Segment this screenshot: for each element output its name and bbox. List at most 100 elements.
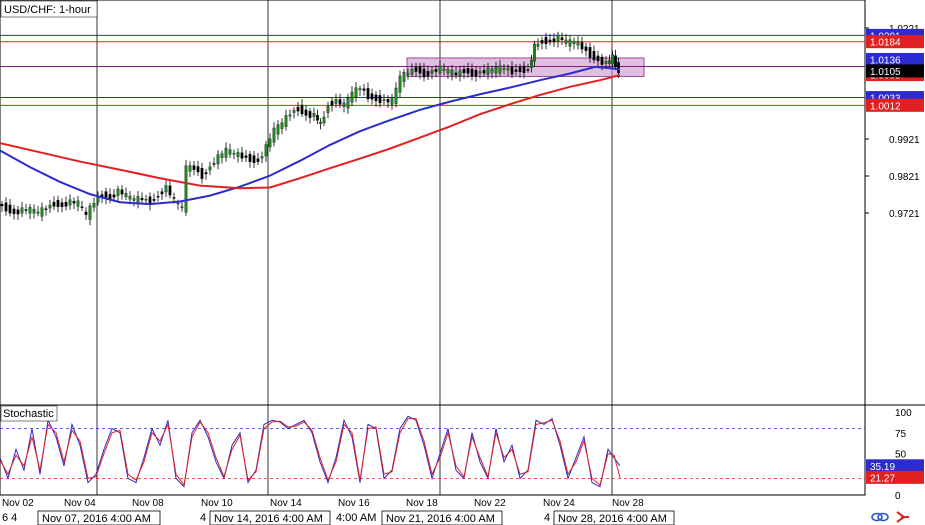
stochastic-pane[interactable]	[0, 404, 866, 496]
candle-body	[474, 70, 478, 77]
candle-body	[308, 111, 312, 118]
candle-body	[322, 116, 326, 124]
candle-body	[486, 67, 490, 75]
candle-body	[584, 46, 588, 51]
candle-body	[526, 69, 530, 71]
candle-body	[544, 36, 548, 44]
time-label-prefix: 4	[200, 512, 206, 524]
candle-body	[160, 191, 164, 195]
candle-body	[552, 38, 556, 43]
candle-body	[116, 188, 120, 196]
y-tick-label: 0.9821	[889, 172, 920, 183]
candle-body	[272, 127, 276, 143]
stochastic-y-tick-label: 0	[895, 491, 901, 502]
candle-body	[224, 147, 228, 158]
candle-body	[334, 99, 338, 104]
time-label-prefix: 6 4	[2, 512, 17, 524]
candle-body	[16, 209, 20, 215]
candle-body	[330, 100, 334, 106]
candle-body	[12, 208, 16, 215]
candle-body	[144, 199, 148, 201]
candle-body	[248, 153, 252, 162]
candle-body	[556, 34, 560, 42]
candle-body	[498, 65, 502, 74]
candle-body	[354, 87, 358, 98]
candle-body	[410, 69, 414, 75]
candle-body	[316, 115, 319, 121]
x-tick-label: Nov 02	[2, 498, 34, 509]
y-tick-label: 0.9921	[889, 135, 920, 146]
candle-body	[48, 204, 52, 209]
candle-body	[366, 88, 370, 100]
x-tick-label: Nov 28	[612, 498, 644, 509]
stochastic-title: Stochastic	[3, 408, 54, 420]
candle-body	[300, 104, 304, 115]
candle-body	[426, 71, 430, 77]
candle-body	[172, 197, 176, 199]
chart-title: USD/CHF: 1-hour	[4, 4, 91, 16]
candle-body	[252, 155, 256, 163]
price-tag-label: 1.0184	[870, 38, 901, 49]
x-tick-label: Nov 10	[201, 498, 233, 509]
candle-body	[4, 202, 8, 212]
candle-body	[228, 149, 232, 155]
candle-body	[414, 67, 418, 72]
candle-body	[518, 67, 522, 73]
x-tick-label: Nov 18	[406, 498, 438, 509]
candle-body	[418, 66, 422, 74]
candle-body	[502, 68, 506, 70]
candle-body	[8, 204, 12, 214]
candle-body	[470, 68, 474, 77]
candle-body	[592, 51, 596, 61]
candle-body	[280, 122, 284, 129]
candle-body	[382, 99, 386, 101]
candle-body	[292, 110, 296, 113]
candle-body	[540, 40, 544, 44]
candle-body	[370, 93, 374, 100]
candle-body	[156, 196, 160, 198]
candle-body	[152, 199, 156, 201]
candle-body	[32, 208, 36, 214]
candle-body	[617, 62, 620, 74]
candle-body	[88, 205, 92, 220]
candle-body	[362, 88, 366, 91]
candle-body	[112, 194, 116, 198]
stochastic-y-tick-label: 50	[895, 450, 907, 461]
candle-body	[68, 199, 72, 206]
candle-body	[180, 206, 184, 208]
candle-body	[120, 189, 124, 195]
candle-body	[124, 193, 128, 198]
candle-body	[72, 200, 76, 204]
x-tick-label: Nov 22	[474, 498, 506, 509]
candle-body	[312, 113, 316, 117]
forex-chart[interactable]: 1.02210.99210.98210.97211007550250 1.020…	[0, 0, 925, 525]
candle-body	[188, 165, 192, 172]
candle-body	[284, 115, 288, 127]
candle-body	[533, 43, 536, 62]
y-tick-label: 0.9721	[889, 209, 920, 220]
candle-body	[128, 195, 132, 200]
candle-body	[304, 109, 308, 116]
candle-body	[44, 208, 48, 210]
candle-body	[52, 201, 56, 207]
candle-body	[506, 67, 510, 71]
candle-body	[378, 95, 382, 104]
candle-body	[80, 206, 84, 208]
candle-body	[478, 71, 482, 74]
candle-body	[216, 154, 220, 165]
candle-body	[64, 202, 68, 207]
candle-body	[454, 72, 458, 76]
candle-body	[350, 91, 354, 103]
time-label: Nov 07, 2016 4:00 AM	[42, 513, 151, 525]
candle-body	[466, 68, 470, 74]
x-tick-label: Nov 08	[132, 498, 164, 509]
candle-body	[264, 144, 268, 157]
candle-body	[446, 69, 450, 74]
candle-body	[438, 65, 442, 74]
candle-body	[236, 152, 240, 157]
candle-body	[490, 68, 494, 73]
candle-body	[200, 168, 204, 179]
candle-body	[402, 72, 406, 82]
candle-body	[132, 198, 136, 201]
candle-body	[390, 98, 394, 105]
